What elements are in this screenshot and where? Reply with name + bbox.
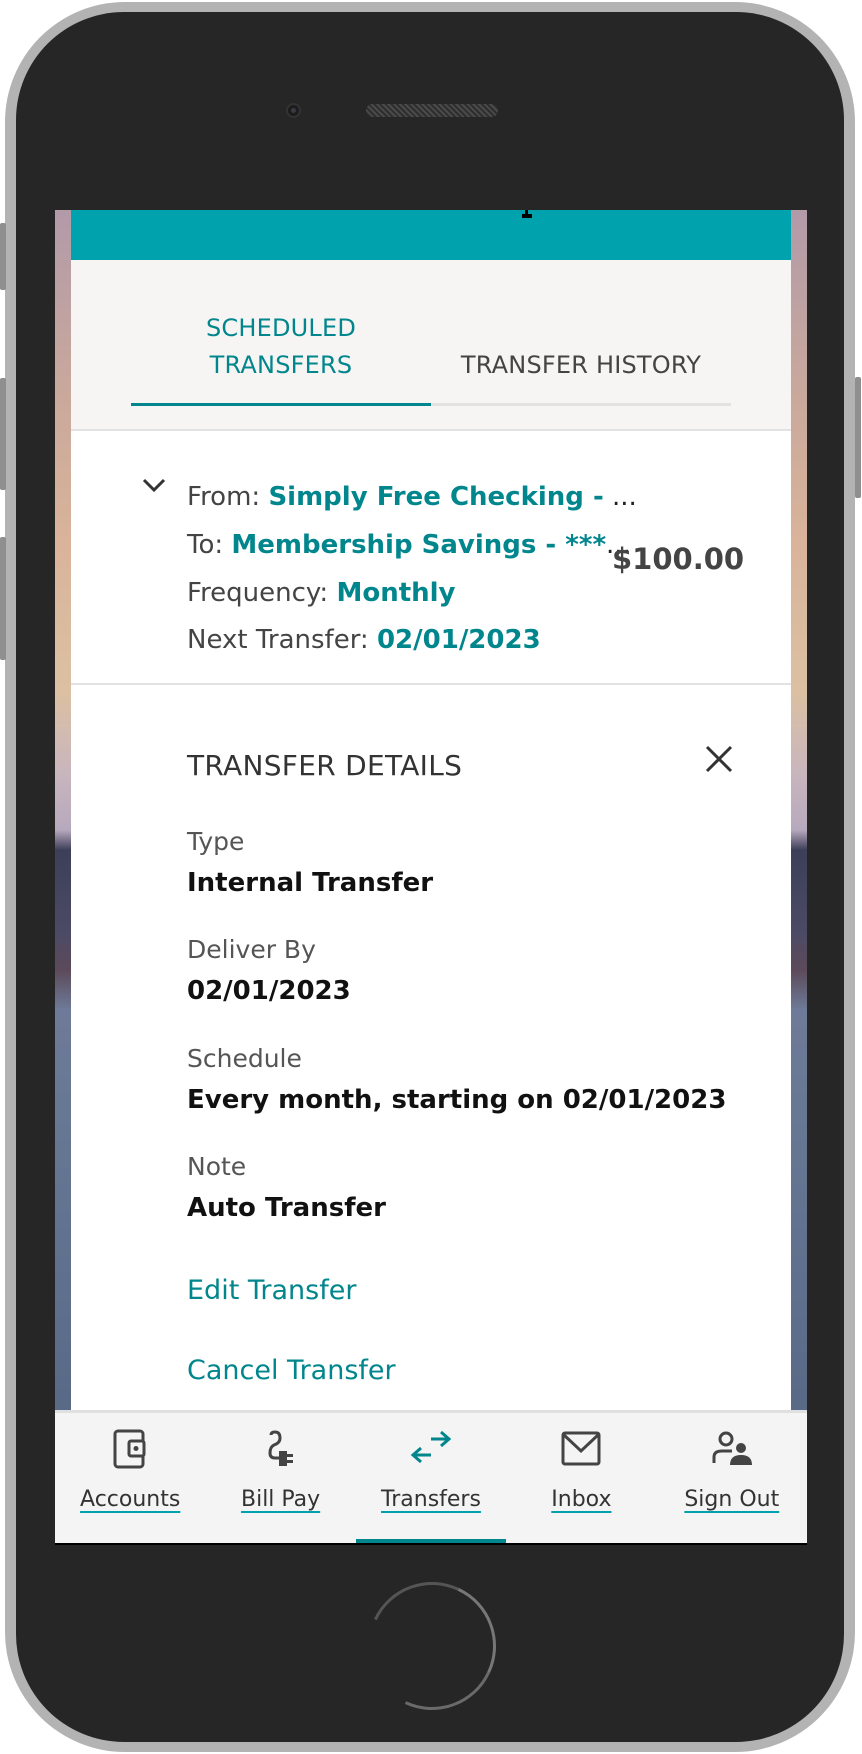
nav-transfers[interactable]: Transfers: [356, 1413, 506, 1545]
from-ellipsis: ...: [612, 482, 637, 512]
note-label: Note: [187, 1152, 247, 1181]
type-value: Internal Transfer: [187, 868, 434, 898]
user-group-icon: [712, 1431, 752, 1465]
tab-scheduled-label-line2: TRANSFERS: [209, 351, 353, 379]
nav-transfers-label: Transfers: [381, 1487, 481, 1512]
transfers-panel: SCHEDULED TRANSFERS TRANSFER HISTORY Fro…: [71, 210, 791, 1410]
edit-transfer-link[interactable]: Edit Transfer: [187, 1275, 356, 1306]
volume-up-button: [0, 378, 6, 490]
nav-bill-pay-label: Bill Pay: [240, 1487, 321, 1512]
nav-accounts-label: Accounts: [80, 1487, 181, 1512]
front-camera: [286, 103, 301, 118]
to-account: Membership Savings - ***: [231, 530, 607, 560]
deliver-by-value: 02/01/2023: [187, 976, 351, 1006]
frequency-value: Monthly: [336, 578, 456, 608]
header-title-fragment: [522, 210, 532, 218]
next-transfer-label: Next Transfer:: [187, 625, 369, 655]
type-label: Type: [187, 827, 245, 856]
transfer-amount: $100.00: [612, 542, 745, 576]
tab-active-indicator: [131, 403, 431, 406]
frequency-row: Frequency: Monthly: [187, 575, 456, 611]
app-header: [71, 210, 791, 260]
tab-scheduled-label-line1: SCHEDULED: [205, 314, 357, 342]
from-account: Simply Free Checking -: [268, 482, 604, 512]
frequency-label: Frequency:: [187, 578, 329, 608]
to-row: To: Membership Savings - ***...: [187, 527, 631, 563]
screen-edge: [55, 1543, 807, 1545]
schedule-value: Every month, starting on 02/01/2023: [187, 1085, 727, 1115]
deliver-by-label: Deliver By: [187, 935, 316, 964]
transfer-arrows-icon: [410, 1430, 451, 1464]
tab-scheduled-transfers[interactable]: SCHEDULED TRANSFERS: [131, 312, 431, 404]
earpiece-speaker: [366, 104, 498, 117]
cancel-transfer-link[interactable]: Cancel Transfer: [187, 1355, 396, 1386]
nav-inbox[interactable]: Inbox: [506, 1413, 656, 1545]
volume-down-button: [0, 537, 6, 660]
transfer-details-panel: TRANSFER DETAILS Type Internal Transfer …: [71, 687, 791, 1407]
note-value: Auto Transfer: [187, 1193, 386, 1223]
bottom-nav: Accounts Bill Pay Transfers Inbox Sign O…: [55, 1410, 807, 1545]
plug-icon: [268, 1430, 293, 1466]
transfer-tabs: SCHEDULED TRANSFERS TRANSFER HISTORY: [71, 260, 791, 431]
phone-screen: SCHEDULED TRANSFERS TRANSFER HISTORY Fro…: [55, 210, 807, 1545]
nav-bill-pay[interactable]: Bill Pay: [205, 1413, 355, 1545]
tab-transfer-history[interactable]: TRANSFER HISTORY: [431, 312, 731, 404]
schedule-label: Schedule: [187, 1044, 302, 1073]
from-label: From:: [187, 482, 261, 512]
nav-accounts[interactable]: Accounts: [55, 1413, 205, 1545]
wallet-icon: [113, 1429, 146, 1469]
power-button: [855, 377, 861, 498]
nav-sign-out-label: Sign Out: [684, 1487, 780, 1512]
next-transfer-date: 02/01/2023: [376, 625, 541, 655]
from-row: From: Simply Free Checking - ...: [187, 479, 637, 515]
details-title: TRANSFER DETAILS: [187, 749, 463, 782]
envelope-icon: [561, 1431, 601, 1466]
next-transfer-row: Next Transfer: 02/01/2023: [187, 622, 541, 658]
to-label: To:: [187, 530, 224, 560]
tab-history-label: TRANSFER HISTORY: [460, 351, 702, 379]
chevron-down-icon[interactable]: [141, 476, 167, 494]
nav-sign-out[interactable]: Sign Out: [657, 1413, 807, 1545]
mute-switch: [0, 223, 6, 290]
close-icon[interactable]: [704, 744, 734, 774]
scheduled-transfer-item[interactable]: From: Simply Free Checking - ... To: Mem…: [71, 431, 791, 685]
nav-inbox-label: Inbox: [551, 1487, 612, 1512]
